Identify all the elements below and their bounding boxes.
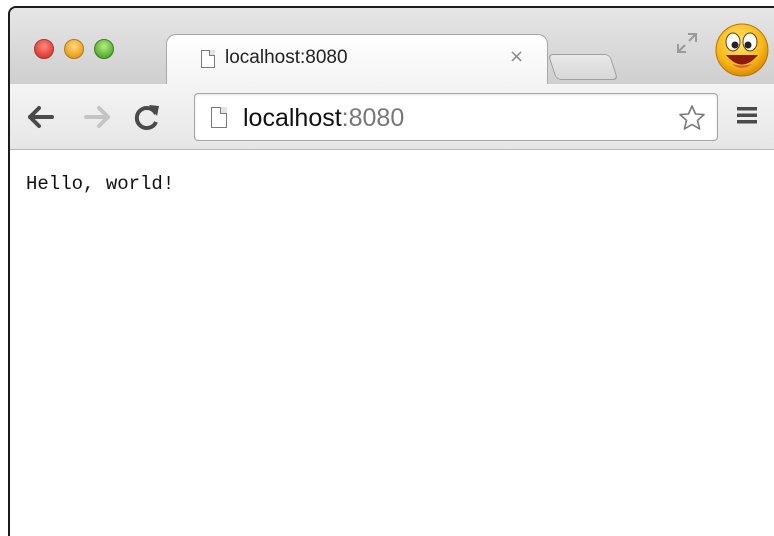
hamburger-menu-icon[interactable] xyxy=(736,104,758,126)
reload-icon[interactable] xyxy=(132,102,162,132)
page-icon xyxy=(211,107,227,128)
arrow-right-icon[interactable] xyxy=(82,102,112,132)
minimize-window-button[interactable] xyxy=(64,39,84,59)
url-host: localhost xyxy=(243,104,342,132)
page-body-text: Hello, world! xyxy=(26,173,175,195)
address-bar[interactable]: localhost:8080 xyxy=(194,93,718,141)
smiley-face-icon[interactable] xyxy=(714,22,770,78)
url-port: :8080 xyxy=(341,104,405,132)
page-icon xyxy=(201,50,215,68)
zoom-window-button[interactable] xyxy=(94,39,114,59)
page-content: Hello, world! xyxy=(10,151,774,536)
browser-window: localhost:8080 × localhost:8080 Hello, w… xyxy=(8,6,774,536)
close-window-button[interactable] xyxy=(34,39,54,59)
url-text[interactable]: localhost:8080 xyxy=(243,104,404,133)
tab-title: localhost:8080 xyxy=(225,47,348,68)
tab-strip: localhost:8080 × xyxy=(10,8,774,84)
new-tab-button[interactable] xyxy=(547,54,619,80)
star-icon[interactable] xyxy=(677,103,707,133)
arrow-left-icon[interactable] xyxy=(26,102,56,132)
close-tab-button[interactable]: × xyxy=(509,46,524,67)
tab-localhost[interactable]: localhost:8080 × xyxy=(166,34,548,84)
fullscreen-icon[interactable] xyxy=(674,30,700,56)
browser-toolbar: localhost:8080 xyxy=(10,84,774,150)
